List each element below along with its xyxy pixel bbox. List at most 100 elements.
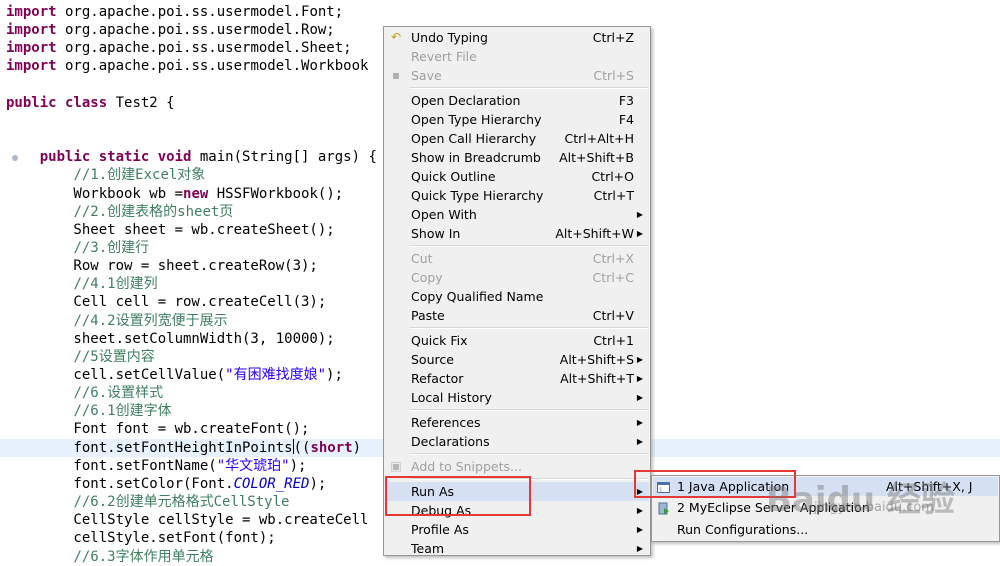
code-line: import org.apache.poi.ss.usermodel.Workb… (6, 57, 368, 75)
menu-item-source[interactable]: Source Alt+Shift+S ▶ (385, 350, 649, 369)
menu-item-show-in-breadcrumb[interactable]: Show in Breadcrumb Alt+Shift+B (385, 148, 649, 167)
code-token: //1.创建Excel对象 (73, 167, 206, 184)
menu-item-label: Undo Typing (411, 30, 488, 45)
code-token: //5设置内容 (73, 348, 155, 365)
menu-item-open-declaration[interactable]: Open Declaration F3 (385, 91, 649, 110)
code-token: public static void (39, 149, 192, 166)
snippet-icon: ▣ (390, 459, 402, 473)
menu-item-add-to-snippets: ▣ Add to Snippets... (385, 457, 649, 476)
menu-item-open-with[interactable]: Open With ▶ (385, 205, 649, 224)
menu-separator (410, 409, 648, 411)
code-token: "华文琥珀" (216, 457, 290, 474)
code-token: font.setFontName( (6, 457, 217, 474)
menu-item-quick-type-hierarchy[interactable]: Quick Type Hierarchy Ctrl+T (385, 186, 649, 205)
menu-item-label: Declarations (411, 434, 490, 449)
menu-item-shortcut: Ctrl+X (592, 251, 634, 266)
menu-item-shortcut: Ctrl+V (592, 308, 634, 323)
code-token: //6.设置样式 (73, 385, 164, 402)
menu-item-shortcut: Ctrl+S (593, 68, 634, 83)
menu-item-open-call-hierarchy[interactable]: Open Call Hierarchy Ctrl+Alt+H (385, 129, 649, 148)
code-token: (( (293, 439, 311, 456)
menu-item-paste[interactable]: Paste Ctrl+V (385, 306, 649, 325)
submenu-arrow-icon: ▶ (636, 374, 643, 383)
server-app-icon (657, 501, 670, 515)
submenu-item-run-configurations[interactable]: Run Configurations... (653, 520, 998, 539)
code-token: import (6, 22, 57, 39)
code-token: sheet.setColumnWidth(3, 10000); (6, 330, 335, 347)
menu-item-label: Open Type Hierarchy (411, 112, 542, 127)
menu-item-shortcut: Ctrl+O (591, 169, 634, 184)
menu-separator (410, 245, 648, 247)
submenu-item-label: 2 MyEclipse Server Application (677, 500, 870, 515)
highlight-box-java-application (634, 470, 796, 498)
menu-item-label: Open With (411, 207, 477, 222)
code-token: cell.setCellValue( (6, 367, 226, 383)
code-token: //2.创建表格的sheet页 (73, 203, 234, 220)
menu-item-shortcut: F3 (618, 93, 634, 108)
menu-item-shortcut: Alt+Shift+W (555, 226, 634, 241)
code-token: Workbook wb = (6, 185, 184, 202)
code-line: //3.创建行 (6, 239, 149, 257)
menu-item-label: Team (411, 541, 445, 556)
highlight-box-run-debug (385, 476, 531, 516)
code-line: //5设置内容 (6, 348, 155, 366)
menu-item-shortcut: Ctrl+T (593, 188, 634, 203)
code-line: //1.创建Excel对象 (6, 166, 205, 184)
code-token: //4.2设置列宽便于展示 (73, 312, 228, 329)
menu-item-shortcut: F4 (618, 112, 634, 127)
code-line: Sheet sheet = wb.createSheet(); (6, 221, 334, 239)
menu-item-team[interactable]: Team ▶ (385, 539, 649, 558)
code-token: CellStyle cellStyle = wb.createCell (6, 512, 369, 529)
menu-item-cut: Cut Ctrl+X (385, 249, 649, 268)
menu-item-label: Open Declaration (411, 93, 521, 108)
menu-item-label: Add to Snippets... (411, 459, 522, 474)
code-line: import org.apache.poi.ss.usermodel.Sheet… (6, 39, 352, 57)
menu-item-shortcut: Ctrl+C (592, 270, 634, 285)
code-line: Workbook wb =new HSSFWorkbook(); (6, 185, 343, 203)
code-token: cellStyle.setFont(font); (6, 530, 276, 547)
submenu-arrow-icon: ▶ (636, 229, 643, 238)
code-line: font.setFontName("华文琥珀"); (6, 457, 306, 475)
menu-item-profile-as[interactable]: Profile As ▶ (385, 520, 649, 539)
menu-item-copy-qualified-name[interactable]: Copy Qualified Name (385, 287, 649, 306)
menu-item-label: Copy Qualified Name (411, 289, 544, 304)
menu-item-open-type-hierarchy[interactable]: Open Type Hierarchy F4 (385, 110, 649, 129)
submenu-arrow-icon: ▶ (636, 210, 643, 219)
menu-item-label: Cut (411, 251, 433, 266)
menu-item-undo-typing[interactable]: ↶ Undo Typing Ctrl+Z (385, 28, 649, 47)
code-line: //2.创建表格的sheet页 (6, 203, 233, 221)
menu-item-show-in[interactable]: Show In Alt+Shift+W ▶ (385, 224, 649, 243)
menu-item-refactor[interactable]: Refactor Alt+Shift+T ▶ (385, 369, 649, 388)
code-line: CellStyle cellStyle = wb.createCell (6, 511, 368, 529)
menu-item-quick-outline[interactable]: Quick Outline Ctrl+O (385, 167, 649, 186)
code-token: org.apache.poi.ss.usermodel.Row; (56, 22, 335, 39)
submenu-item-2-myeclipse-server-application[interactable]: 2 MyEclipse Server Application (653, 498, 998, 517)
code-token: ); (289, 457, 307, 474)
menu-item-quick-fix[interactable]: Quick Fix Ctrl+1 (385, 331, 649, 350)
code-token: short (310, 439, 353, 456)
menu-item-declarations[interactable]: Declarations ▶ (385, 432, 649, 451)
menu-item-label: Show In (411, 226, 461, 241)
menu-item-local-history[interactable]: Local History ▶ (385, 388, 649, 407)
code-line: //6.设置样式 (6, 384, 163, 402)
menu-item-label: References (411, 415, 481, 430)
code-line: public static void main(String[] args) { (6, 148, 377, 166)
menu-item-shortcut: Ctrl+Alt+H (564, 131, 634, 146)
submenu-arrow-icon: ▶ (636, 544, 643, 553)
submenu-arrow-icon: ▶ (636, 418, 643, 427)
menu-item-label: Copy (411, 270, 443, 285)
code-token: Cell cell = row.createCell(3); (6, 294, 327, 311)
code-line: sheet.setColumnWidth(3, 10000); (6, 330, 335, 348)
menu-item-label: Profile As (411, 522, 469, 537)
menu-item-label: Local History (411, 390, 492, 405)
submenu-item-label: Run Configurations... (677, 522, 809, 537)
code-token: ); (326, 367, 343, 383)
code-line: import org.apache.poi.ss.usermodel.Row; (6, 21, 335, 39)
code-line: //4.1创建列 (6, 275, 157, 293)
menu-item-references[interactable]: References ▶ (385, 413, 649, 432)
code-token: main(String[] args) { (191, 149, 377, 166)
